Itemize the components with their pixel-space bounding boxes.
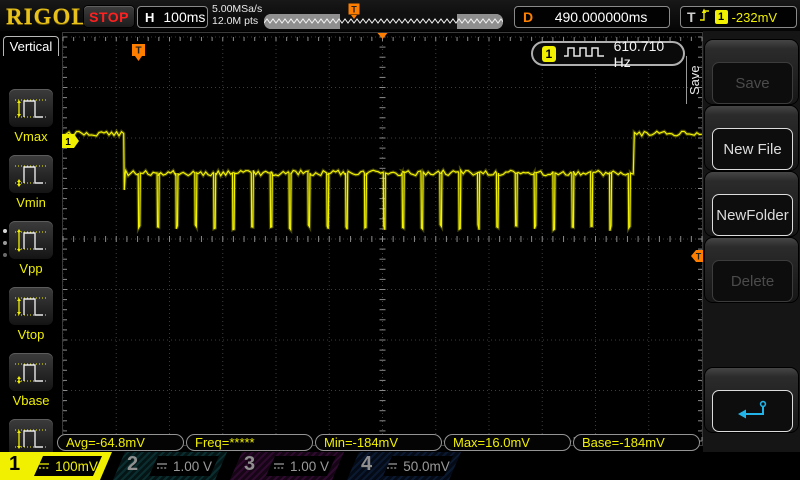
- measure-menu: Vertical VmaxVminVppVtopVbaseVamp: [0, 31, 62, 452]
- delay-readout-box[interactable]: D 490.000000ms: [514, 6, 670, 28]
- horizontal-timebase-box[interactable]: H 100ms: [137, 6, 208, 28]
- oscilloscope-screen: RIGOL STOP H 100ms 5.00MSa/s 12.0M pts T…: [0, 0, 800, 480]
- dc-coupling-icon: [38, 461, 50, 471]
- save-menu: Save New File NewFolder Delete: [703, 31, 800, 452]
- delay-value: 490.000000ms: [533, 9, 669, 25]
- frequency-counter-readout: 1 610.710 Hz: [531, 41, 685, 66]
- counter-frequency-value: 610.710 Hz: [614, 38, 683, 70]
- dc-coupling-icon: [386, 461, 398, 471]
- menu-page-dot: [3, 241, 7, 245]
- delete-button: Delete: [712, 260, 793, 302]
- channel-number: 4: [361, 453, 372, 476]
- channel-scale-box: 1.00 V: [266, 456, 336, 476]
- waveform-position-bar[interactable]: [264, 14, 503, 29]
- measure-button-label: Vmin: [0, 195, 62, 210]
- measure-button-vbase[interactable]: [9, 353, 53, 391]
- top-status-bar: RIGOL STOP H 100ms 5.00MSa/s 12.0M pts T…: [0, 0, 800, 32]
- channel-2-status[interactable]: 2 1.00 V: [113, 452, 227, 480]
- horizontal-label: H: [145, 10, 154, 25]
- brand-logo: RIGOL: [6, 4, 88, 30]
- menu-page-dot: [3, 229, 7, 233]
- save-menu-tab: Save: [686, 56, 704, 104]
- dc-coupling-icon: [156, 461, 168, 471]
- vamp-icon: [13, 423, 49, 453]
- menu-page-dot: [3, 253, 7, 257]
- channel-number: 1: [9, 453, 20, 476]
- vtop-icon: [13, 291, 49, 321]
- screen-center-marker: [378, 33, 388, 39]
- channel-scale-box: 1.00 V: [149, 456, 219, 476]
- trigger-position-marker: T: [132, 44, 145, 61]
- vmin-icon: [13, 159, 49, 189]
- channel-scale-value: 1.00 V: [290, 459, 329, 474]
- channel-4-status[interactable]: 4 50.0mV: [347, 452, 461, 480]
- trigger-position-flag-icon[interactable]: T: [348, 3, 360, 20]
- vmax-icon: [13, 93, 49, 123]
- new-file-button[interactable]: New File: [712, 128, 793, 170]
- trigger-label: T: [687, 9, 696, 25]
- acquisition-info: 5.00MSa/s 12.0M pts: [212, 4, 262, 27]
- counter-channel-badge: 1: [542, 46, 556, 62]
- measure-button-vmax[interactable]: [9, 89, 53, 127]
- measure-button-label: Vpp: [0, 261, 62, 276]
- measure-button-label: Vbase: [0, 393, 62, 408]
- back-button[interactable]: [712, 390, 793, 432]
- save-button: Save: [712, 62, 793, 104]
- waveform-display-area: 1 T T 1 610.710 Hz: [62, 31, 703, 452]
- vpp-icon: [13, 225, 49, 255]
- channel-1-status[interactable]: 1 100mV: [0, 452, 112, 480]
- channel-status-bar: 1 100mV 2 1.00 V 3 1.00 V 4 50.0mV: [0, 452, 800, 480]
- measure-button-vmin[interactable]: [9, 155, 53, 193]
- sample-rate: 5.00MSa/s: [212, 4, 262, 16]
- ch1-reference-marker: 1: [62, 134, 79, 148]
- svg-text:T: T: [135, 46, 141, 57]
- delay-label: D: [523, 9, 533, 25]
- square-wave-icon: [563, 44, 607, 64]
- channel-number: 3: [244, 453, 255, 476]
- trigger-source-badge: 1: [715, 10, 728, 24]
- channel-scale-value: 100mV: [55, 459, 98, 474]
- dc-coupling-icon: [273, 461, 285, 471]
- measurement-readout: Max=16.0mV: [444, 434, 571, 451]
- trigger-level-value: -232mV: [732, 10, 778, 25]
- memory-depth: 12.0M pts: [212, 16, 262, 28]
- channel-scale-value: 50.0mV: [403, 459, 450, 474]
- run-stop-status-button[interactable]: STOP: [84, 6, 134, 27]
- channel-scale-value: 1.00 V: [173, 459, 212, 474]
- measurement-readout: Avg=-64.8mV: [57, 434, 184, 451]
- svg-text:1: 1: [65, 137, 71, 148]
- rising-edge-icon: [700, 7, 711, 28]
- measurement-readout: Min=-184mV: [315, 434, 442, 451]
- measure-button-vpp[interactable]: [9, 221, 53, 259]
- measure-button-label: Vmax: [0, 129, 62, 144]
- svg-text:T: T: [351, 5, 357, 15]
- trigger-level-marker: T: [691, 250, 703, 262]
- channel-scale-box: 50.0mV: [383, 456, 453, 476]
- measurement-readout: Base=-184mV: [573, 434, 700, 451]
- vbase-icon: [13, 357, 49, 387]
- graticule-ticks: [63, 37, 702, 441]
- return-arrow-icon: [736, 399, 770, 423]
- waveform-plot: 1 T T: [62, 31, 703, 452]
- measurement-readout: Freq=*****: [186, 434, 313, 451]
- trigger-readout-box[interactable]: T 1 -232mV: [680, 6, 797, 28]
- timebase-value: 100ms: [163, 9, 205, 25]
- newfolder-button[interactable]: NewFolder: [712, 194, 793, 236]
- measure-button-label: Vtop: [0, 327, 62, 342]
- svg-text:T: T: [696, 252, 702, 262]
- measure-menu-title: Vertical: [3, 36, 59, 56]
- channel-3-status[interactable]: 3 1.00 V: [230, 452, 344, 480]
- channel-number: 2: [127, 453, 138, 476]
- measure-button-vtop[interactable]: [9, 287, 53, 325]
- channel-scale-box: 100mV: [34, 456, 102, 476]
